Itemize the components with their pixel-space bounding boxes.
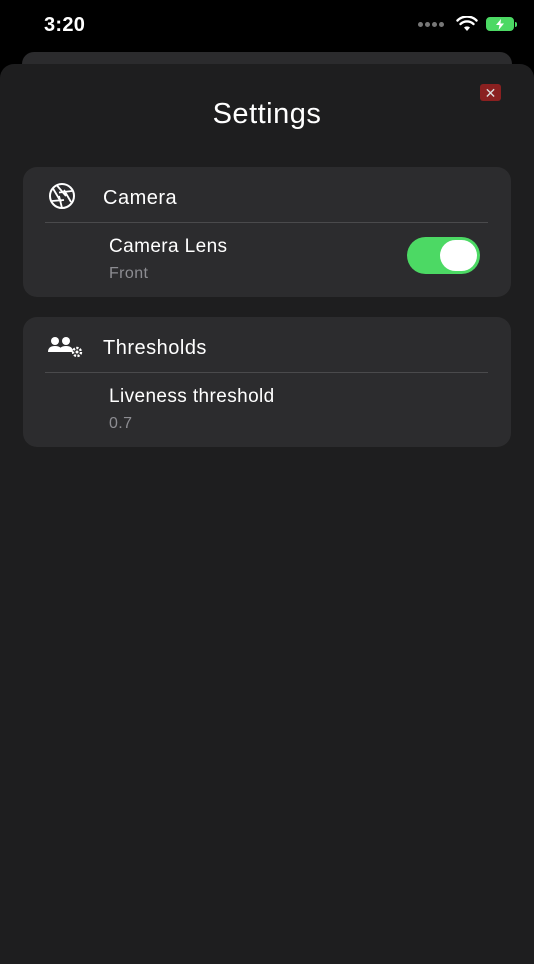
camera-lens-value: Front [109, 265, 149, 282]
page-title: Settings [212, 98, 322, 130]
users-settings-icon [48, 337, 83, 358]
liveness-threshold-label[interactable]: Liveness threshold [109, 386, 275, 408]
status-bar: 3:20 [0, 0, 534, 52]
toggle-knob [440, 240, 477, 271]
camera-lens-toggle[interactable] [407, 237, 480, 274]
wifi-icon [456, 16, 478, 31]
camera-lens-label: Camera Lens [109, 236, 228, 257]
cellular-signal-icon [418, 21, 444, 27]
camera-section: Camera Camera Lens Front [23, 167, 511, 297]
camera-section-title: Camera [103, 187, 178, 209]
thresholds-section-title: Thresholds [103, 337, 207, 359]
divider [45, 222, 488, 223]
liveness-threshold-value: 0.7 [109, 415, 133, 432]
thresholds-section-header: Thresholds [23, 317, 511, 373]
status-time: 3:20 [44, 14, 86, 36]
close-button[interactable]: ✕ [480, 84, 501, 101]
camera-section-header: Camera [23, 167, 511, 223]
close-icon: ✕ [484, 84, 497, 101]
aperture-icon [49, 183, 75, 209]
status-icons [418, 16, 517, 32]
divider [45, 372, 488, 373]
thresholds-section: Thresholds Liveness threshold 0.7 [23, 317, 511, 447]
battery-charging-icon [486, 17, 517, 31]
